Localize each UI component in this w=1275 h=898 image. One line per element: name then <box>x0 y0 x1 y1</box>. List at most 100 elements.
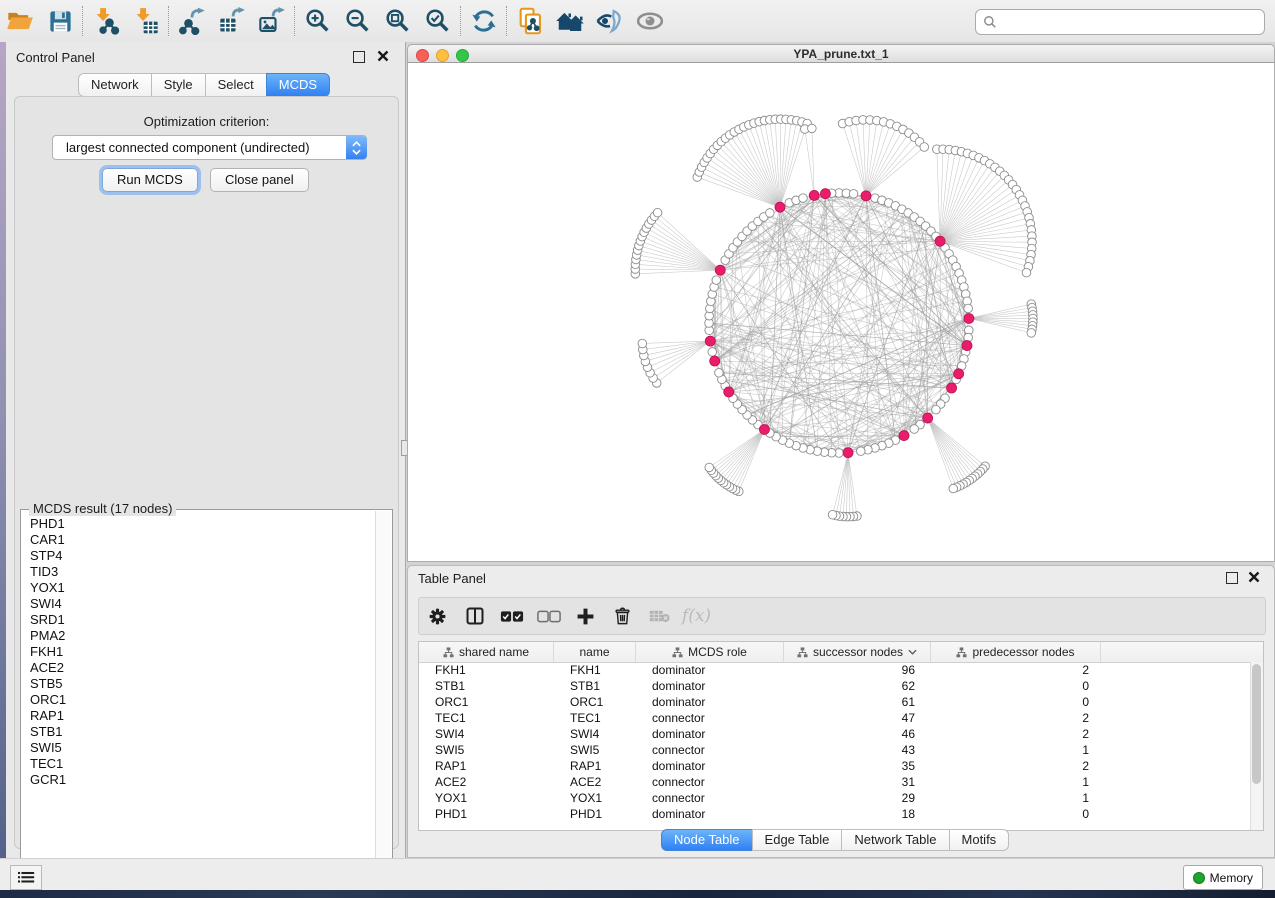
import-network-icon[interactable] <box>86 3 126 39</box>
add-column-icon[interactable] <box>567 601 604 631</box>
mcds-node-item[interactable]: SWI4 <box>30 596 382 612</box>
table-cell[interactable]: TEC1 <box>554 711 636 725</box>
table-cell[interactable]: 2 <box>931 759 1101 773</box>
table-cell[interactable]: PHD1 <box>419 807 554 821</box>
table-cell[interactable]: ACE2 <box>554 775 636 789</box>
mcds-node-item[interactable]: PHD1 <box>30 516 382 532</box>
mcds-node-item[interactable]: GCR1 <box>30 772 382 788</box>
save-icon[interactable] <box>40 3 80 39</box>
table-cell[interactable]: 1 <box>931 775 1101 789</box>
mcds-node-item[interactable]: FKH1 <box>30 644 382 660</box>
table-cell[interactable]: connector <box>636 743 784 757</box>
network-canvas[interactable] <box>407 63 1275 562</box>
close-table-panel-icon[interactable] <box>1248 571 1260 583</box>
table-cell[interactable]: connector <box>636 711 784 725</box>
table-cell[interactable]: dominator <box>636 663 784 677</box>
table-row[interactable]: YOX1YOX1connector291 <box>419 790 1251 806</box>
table-cell[interactable]: 1 <box>931 791 1101 805</box>
table-cell[interactable]: ORC1 <box>554 695 636 709</box>
table-cell[interactable]: 2 <box>931 711 1101 725</box>
table-row[interactable]: TEC1TEC1connector472 <box>419 710 1251 726</box>
criterion-dropdown[interactable]: largest connected component (undirected) <box>52 135 367 160</box>
float-window-icon[interactable] <box>353 51 365 63</box>
col-shared-name[interactable]: shared name <box>419 642 554 662</box>
table-row[interactable]: STB1STB1dominator620 <box>419 678 1251 694</box>
mcds-node-item[interactable]: RAP1 <box>30 708 382 724</box>
table-cell[interactable]: YOX1 <box>554 791 636 805</box>
table-row[interactable]: ORC1ORC1dominator610 <box>419 694 1251 710</box>
table-cell[interactable]: dominator <box>636 807 784 821</box>
task-history-button[interactable] <box>10 865 42 890</box>
table-cell[interactable]: dominator <box>636 727 784 741</box>
mcds-node-item[interactable]: STP4 <box>30 548 382 564</box>
hide-graphics-icon[interactable] <box>630 3 670 39</box>
tab-select[interactable]: Select <box>205 73 267 97</box>
table-cell[interactable]: YOX1 <box>419 791 554 805</box>
mcds-list-scrollbar[interactable] <box>375 511 391 880</box>
table-scrollbar-thumb[interactable] <box>1252 664 1261 784</box>
table-cell[interactable]: 0 <box>931 807 1101 821</box>
mcds-node-item[interactable]: TID3 <box>30 564 382 580</box>
zoom-out-icon[interactable] <box>338 3 378 39</box>
export-network-icon[interactable] <box>172 3 212 39</box>
table-row[interactable]: ACE2ACE2connector311 <box>419 774 1251 790</box>
mcds-node-item[interactable]: SWI5 <box>30 740 382 756</box>
sort-descending-icon[interactable] <box>908 649 917 655</box>
col-name[interactable]: name <box>554 642 636 662</box>
table-cell[interactable]: 1 <box>931 743 1101 757</box>
table-row[interactable]: FKH1FKH1dominator962 <box>419 662 1251 678</box>
table-cell[interactable]: STB1 <box>554 679 636 693</box>
table-cell[interactable]: 0 <box>931 695 1101 709</box>
table-cell[interactable]: 62 <box>784 679 931 693</box>
close-panel-button[interactable]: Close panel <box>210 168 309 192</box>
export-image-icon[interactable] <box>252 3 292 39</box>
table-cell[interactable]: SWI5 <box>554 743 636 757</box>
table-cell[interactable]: connector <box>636 775 784 789</box>
table-cell[interactable]: TEC1 <box>419 711 554 725</box>
open-folder-icon[interactable] <box>0 3 40 39</box>
table-cell[interactable]: 18 <box>784 807 931 821</box>
table-cell[interactable]: 2 <box>931 663 1101 677</box>
table-row[interactable]: PHD1PHD1dominator180 <box>419 806 1251 822</box>
delete-icon[interactable] <box>604 601 641 631</box>
tab-edge-table[interactable]: Edge Table <box>752 829 843 851</box>
mcds-node-item[interactable]: STB1 <box>30 724 382 740</box>
col-predecessor-nodes[interactable]: predecessor nodes <box>931 642 1101 662</box>
table-cell[interactable]: SWI5 <box>419 743 554 757</box>
col-mcds-role[interactable]: MCDS role <box>636 642 784 662</box>
mcds-result-list[interactable]: PHD1CAR1STP4TID3YOX1SWI4SRD1PMA2FKH1ACE2… <box>22 516 382 876</box>
network-graph[interactable] <box>408 63 1274 561</box>
table-row[interactable]: SWI5SWI5connector431 <box>419 742 1251 758</box>
tab-motifs[interactable]: Motifs <box>949 829 1010 851</box>
table-cell[interactable]: 61 <box>784 695 931 709</box>
table-cell[interactable]: PHD1 <box>554 807 636 821</box>
close-panel-icon[interactable] <box>377 50 389 62</box>
network-window-titlebar[interactable]: YPA_prune.txt_1 <box>407 44 1275 63</box>
zoom-selected-icon[interactable] <box>418 3 458 39</box>
table-settings-gear-icon[interactable] <box>419 601 456 631</box>
mcds-node-item[interactable]: ACE2 <box>30 660 382 676</box>
zoom-in-icon[interactable] <box>298 3 338 39</box>
table-cell[interactable]: 46 <box>784 727 931 741</box>
table-cell[interactable]: FKH1 <box>419 663 554 677</box>
mcds-node-item[interactable]: PMA2 <box>30 628 382 644</box>
table-cell[interactable]: SWI4 <box>554 727 636 741</box>
table-cell[interactable]: RAP1 <box>419 759 554 773</box>
copy-network-icon[interactable] <box>510 3 550 39</box>
zoom-fit-icon[interactable] <box>378 3 418 39</box>
search-input[interactable] <box>1001 12 1264 32</box>
table-cell[interactable]: ACE2 <box>419 775 554 789</box>
tab-network-table[interactable]: Network Table <box>841 829 949 851</box>
table-cell[interactable]: 47 <box>784 711 931 725</box>
table-cell[interactable]: 2 <box>931 727 1101 741</box>
mcds-node-item[interactable]: SRD1 <box>30 612 382 628</box>
column-chooser-icon[interactable] <box>456 601 493 631</box>
table-cell[interactable]: dominator <box>636 679 784 693</box>
table-cell[interactable]: 35 <box>784 759 931 773</box>
table-cell[interactable]: FKH1 <box>554 663 636 677</box>
run-mcds-button[interactable]: Run MCDS <box>102 168 198 192</box>
mcds-node-item[interactable]: YOX1 <box>30 580 382 596</box>
table-row[interactable]: RAP1RAP1dominator352 <box>419 758 1251 774</box>
tab-node-table[interactable]: Node Table <box>661 829 753 851</box>
col-successor-nodes[interactable]: successor nodes <box>784 642 931 662</box>
